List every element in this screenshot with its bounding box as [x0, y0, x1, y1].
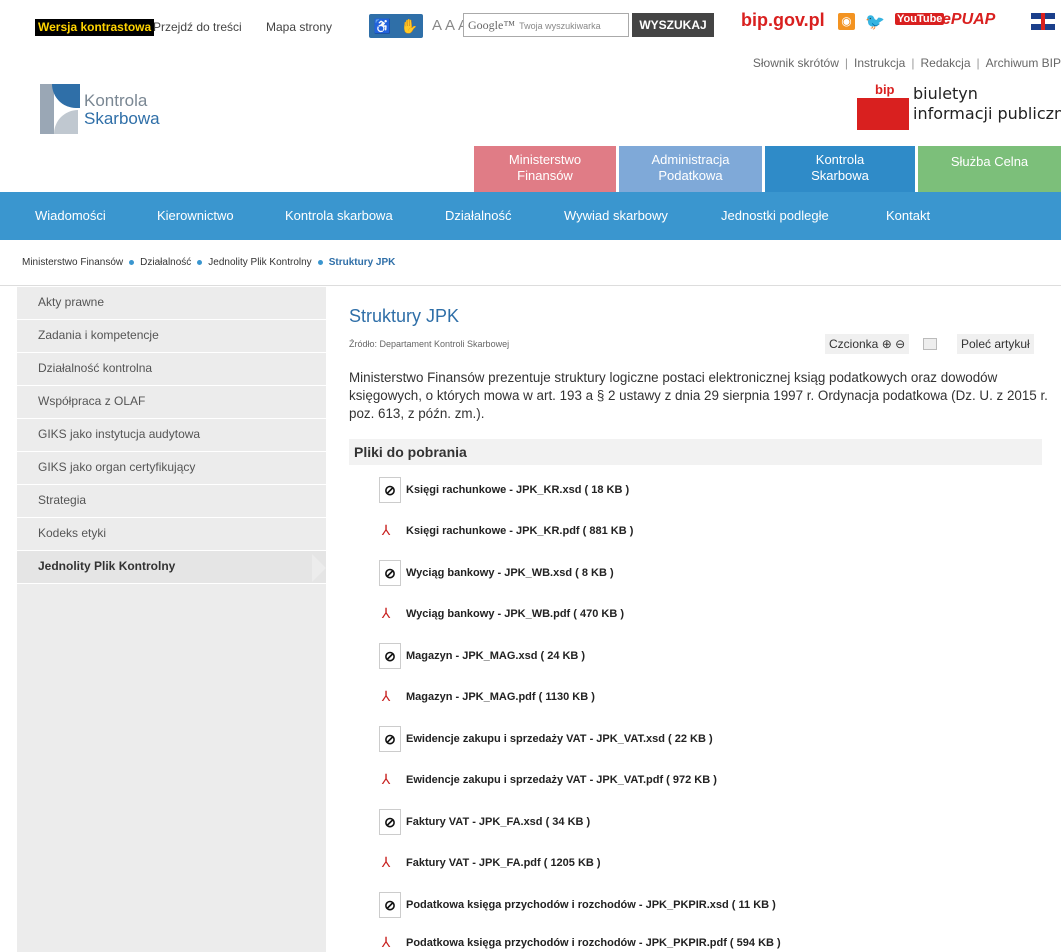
epuap-link[interactable]: ePUAP — [942, 11, 995, 29]
search-placeholder: Twoja wyszukiwarka — [519, 21, 601, 31]
bip-archive-link[interactable]: Archiwum BIP — [986, 56, 1061, 70]
sitemap-link[interactable]: Mapa strony — [266, 20, 332, 34]
page-title: Struktury JPK — [349, 306, 460, 326]
contrast-version-link[interactable]: Wersja kontrastowa — [35, 19, 155, 36]
downloads-heading: Pliki do pobrania — [349, 439, 1042, 465]
tab-kontrola-skarbowa[interactable]: Kontrola Skarbowa — [765, 146, 915, 192]
sidebar-item[interactable]: Kodeks etyki — [17, 518, 326, 551]
tab-administracja-podatkowa[interactable]: Administracja Podatkowa — [619, 146, 762, 192]
nav-kontrola-skarbowa[interactable]: Kontrola skarbowa — [285, 192, 393, 240]
sidebar-item[interactable]: Działalność kontrolna — [17, 353, 326, 386]
breadcrumb-separator — [197, 259, 203, 265]
pdf-file-icon: ⅄ — [381, 522, 391, 538]
pdf-file-icon: ⅄ — [381, 854, 391, 870]
utility-links: Słownik skrótów | Instrukcja | Redakcja | Arch… — [752, 56, 1061, 70]
xsd-file-icon: ⊘ — [379, 809, 401, 835]
xsd-file-icon: ⊘ — [379, 477, 401, 503]
kontrola-skarbowa-logo-icon[interactable] — [40, 84, 80, 134]
main-nav: Wiadomości Kierownictwo Kontrola skarbow… — [0, 192, 1061, 240]
nav-kierownictwo[interactable]: Kierownictwo — [157, 192, 234, 240]
rss-icon[interactable]: ◉ — [838, 13, 855, 30]
sign-language-icon: ✋ — [400, 17, 419, 34]
wheelchair-icon: ♿ — [373, 17, 392, 34]
skip-to-content-link[interactable]: Przejdź do treści — [153, 20, 242, 34]
sidebar-item[interactable]: Akty prawne — [17, 287, 326, 320]
article-source: Źródło: Departament Kontroli Skarbowej — [349, 339, 510, 349]
sidebar-item-active[interactable]: Jednolity Plik Kontrolny — [17, 551, 326, 584]
english-flag-icon[interactable] — [1031, 13, 1055, 30]
pdf-file-icon: ⅄ — [381, 771, 391, 787]
pdf-file-icon: ⅄ — [381, 605, 391, 621]
intro-text: Ministerstwo Finansów prezentuje struktu… — [349, 370, 1048, 421]
site-header: Słownik skrótów | Instrukcja | Redakcja | Arch… — [0, 52, 1061, 192]
tab-ministerstwo-finansow[interactable]: Ministerstwo Finansów — [474, 146, 616, 192]
ministry-tabs: Ministerstwo Finansów Administracja Podatk… — [0, 146, 1061, 192]
breadcrumb-item[interactable]: Jednolity Plik Kontrolny — [208, 257, 311, 268]
breadcrumb-separator — [129, 259, 135, 265]
twitter-icon[interactable]: 🐦 — [865, 12, 885, 32]
sidebar-item[interactable]: GIKS jako organ certyfikujący — [17, 452, 326, 485]
kontrola-skarbowa-logo-text[interactable]: Kontrola Skarbowa — [84, 92, 160, 128]
xsd-file-icon: ⊘ — [379, 892, 401, 918]
search-button[interactable]: WYSZUKAJ — [632, 13, 714, 37]
main-content: Struktury JPK Źródło: Departament Kontro… — [340, 287, 1061, 952]
nav-jednostki-podlegle[interactable]: Jednostki podległe — [721, 192, 829, 240]
xsd-file-icon: ⊘ — [379, 726, 401, 752]
pdf-file-icon: ⅄ — [381, 688, 391, 704]
breadcrumb-current: Struktury JPK — [328, 257, 396, 268]
print-icon[interactable] — [923, 338, 937, 350]
accessibility-icon[interactable]: ♿ ✋ — [369, 14, 423, 38]
tab-sluzba-celna[interactable]: Służba Celna — [918, 146, 1061, 192]
font-size-control[interactable]: Czcionka ⊕ ⊖ — [825, 334, 910, 354]
pdf-file-icon: ⅄ — [381, 934, 391, 950]
nav-wywiad-skarbowy[interactable]: Wywiad skarbowy — [564, 192, 668, 240]
breadcrumb-item[interactable]: Działalność — [140, 257, 191, 268]
sidebar-item[interactable]: Współpraca z OLAF — [17, 386, 326, 419]
xsd-file-icon: ⊘ — [379, 560, 401, 586]
nav-kontakt[interactable]: Kontakt — [886, 192, 930, 240]
nav-dzialalnosc[interactable]: Działalność — [445, 192, 511, 240]
sidebar-item[interactable]: GIKS jako instytucja audytowa — [17, 419, 326, 452]
bip-gov-link[interactable]: bip.gov.pl — [741, 10, 825, 31]
sidebar: Akty prawne Zadania i kompetencje Działa… — [17, 287, 326, 952]
xsd-file-icon: ⊘ — [379, 643, 401, 669]
glossary-link[interactable]: Słownik skrótów — [753, 56, 839, 70]
top-bar: Wersja kontrastowa Przejdź do treści Map… — [0, 0, 1061, 52]
youtube-icon[interactable]: YouTube — [895, 13, 945, 25]
sidebar-item[interactable]: Strategia — [17, 485, 326, 518]
search-input[interactable]: Google™ Twoja wyszukiwarka — [463, 13, 629, 37]
editorial-link[interactable]: Redakcja — [920, 56, 970, 70]
recommend-article-button[interactable]: Poleć artykuł — [957, 334, 1034, 354]
bip-banner[interactable]: bip biuletyn informacji publicznej — [857, 82, 1061, 130]
breadcrumb-separator — [317, 259, 323, 265]
instructions-link[interactable]: Instrukcja — [854, 56, 905, 70]
active-item-indicator — [312, 554, 326, 582]
breadcrumb: Ministerstwo Finansów Działalność Jednolit… — [0, 240, 1061, 286]
sidebar-item[interactable]: Zadania i kompetencje — [17, 320, 326, 353]
google-brand: Google™ — [468, 18, 516, 32]
nav-wiadomosci[interactable]: Wiadomości — [35, 192, 106, 240]
breadcrumb-item[interactable]: Ministerstwo Finansów — [22, 257, 123, 268]
